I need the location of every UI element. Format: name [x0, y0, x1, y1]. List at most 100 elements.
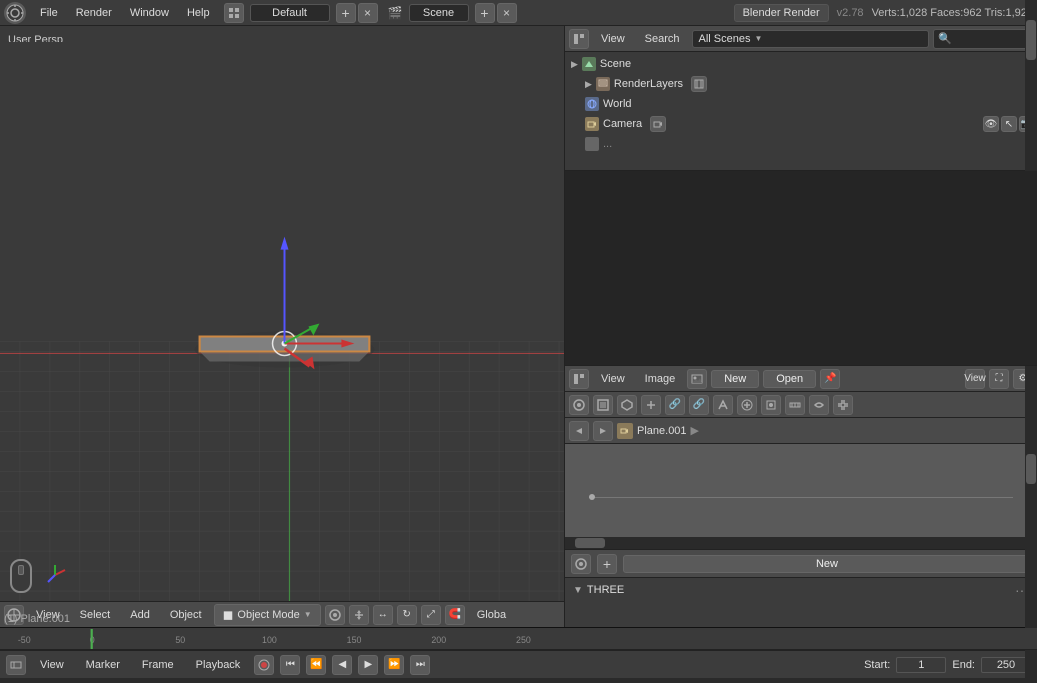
uv-add-icon[interactable]: + — [597, 554, 617, 574]
camera-data-icon[interactable] — [650, 116, 666, 132]
uv-view-menu[interactable]: View — [593, 371, 633, 387]
uv-image-icon[interactable] — [687, 369, 707, 389]
viewport-select-menu[interactable]: Select — [72, 607, 119, 623]
uv-breadcrumb-path[interactable]: Plane.001 ▶ — [617, 423, 699, 439]
uv-tool-8[interactable] — [737, 395, 757, 415]
outliner-item-renderlayers[interactable]: ▶ RenderLayers — [567, 74, 1035, 94]
start-frame-input[interactable] — [896, 657, 946, 673]
uv-tool-5[interactable]: 🔗 — [665, 395, 685, 415]
outliner-item-extra[interactable]: ... — [567, 134, 1035, 154]
outliner-item-scene[interactable]: ▶ Scene — [567, 54, 1035, 74]
canvas-scrollbar-v[interactable] — [1025, 444, 1037, 549]
scene-close-icon[interactable]: × — [497, 3, 517, 23]
transform-icon-grab[interactable]: ↔ — [373, 605, 393, 625]
timeline-play-reverse-icon[interactable]: ◀ — [332, 655, 352, 675]
workspace-add-icon[interactable]: + — [336, 3, 356, 23]
uv-new-material-button[interactable]: New — [623, 555, 1031, 573]
renderlayers-settings-icon[interactable] — [691, 76, 707, 92]
menu-render[interactable]: Render — [68, 5, 120, 21]
canvas-scrollbar-h[interactable] — [565, 537, 1037, 549]
filter-dropdown[interactable]: All Scenes — [699, 33, 751, 45]
viewport-add-menu[interactable]: Add — [122, 607, 158, 623]
menu-help[interactable]: Help — [179, 5, 218, 21]
outliner-panel-icon[interactable] — [569, 29, 589, 49]
content-row: User Persp — [0, 26, 1037, 627]
uv-open-button[interactable]: Open — [763, 370, 816, 388]
scene-add-icon[interactable]: + — [475, 3, 495, 23]
canvas-scrollbar-thumb — [1026, 454, 1036, 484]
uv-panel-icon[interactable] — [569, 369, 589, 389]
blender-logo[interactable] — [4, 2, 26, 24]
pointer-icon[interactable]: ↖ — [1001, 116, 1017, 132]
outliner-item-camera[interactable]: Camera 👁 ↖ 📷 — [567, 114, 1035, 134]
workspace-selector[interactable]: Default — [250, 4, 330, 22]
svg-text:150: 150 — [347, 634, 362, 644]
uv-fullscreen-icon[interactable]: ⛶ — [989, 369, 1009, 389]
start-label: Start: — [864, 659, 890, 671]
uv-tool-9[interactable] — [761, 395, 781, 415]
timeline-panel-icon[interactable] — [6, 655, 26, 675]
three-section-header[interactable]: ▼ THREE ··· — [565, 578, 1037, 602]
transform-icon-scale[interactable]: ⤢ — [421, 605, 441, 625]
global-toggle[interactable]: Globa — [469, 607, 514, 623]
workspace-grid-icon[interactable] — [224, 3, 244, 23]
visibility-icon[interactable]: 👁 — [983, 116, 999, 132]
uv-tool-3[interactable] — [617, 395, 637, 415]
uv-breadcrumb-arrow: ▶ — [691, 424, 699, 437]
uv-tool-1[interactable] — [569, 395, 589, 415]
transform-icon-1[interactable] — [325, 605, 345, 625]
timeline-playback-menu[interactable]: Playback — [188, 657, 249, 673]
uv-pin-icon[interactable]: 📌 — [820, 369, 840, 389]
workspace-close-icon[interactable]: × — [358, 3, 378, 23]
timeline-record-icon[interactable] — [254, 655, 274, 675]
scene-selector[interactable]: Scene — [409, 4, 469, 22]
timeline-next-frame-icon[interactable]: ⏩ — [384, 655, 404, 675]
search-icon: 🔍 — [938, 32, 952, 45]
outliner-item-world[interactable]: World — [567, 94, 1035, 114]
transform-icon-2[interactable] — [349, 605, 369, 625]
bottom-timeline: -50 0 50 100 150 200 250 View Marker — [0, 627, 1037, 683]
timeline-marker-menu[interactable]: Marker — [78, 657, 128, 673]
timeline-view-menu[interactable]: View — [32, 657, 72, 673]
menu-window[interactable]: Window — [122, 5, 177, 21]
outliner-body: ▶ Scene ▶ — [565, 52, 1037, 170]
uv-new-button[interactable]: New — [711, 370, 759, 388]
menu-file[interactable]: File — [32, 5, 66, 21]
timeline-prev-frame-icon[interactable]: ⏪ — [306, 655, 326, 675]
uv-forward-icon[interactable] — [593, 421, 613, 441]
timeline-frame-menu[interactable]: Frame — [134, 657, 182, 673]
uv-tool-2[interactable] — [593, 395, 613, 415]
timeline-jump-end-icon[interactable]: ⏭ — [410, 655, 430, 675]
end-frame-input[interactable] — [981, 657, 1031, 673]
uv-back-icon[interactable] — [569, 421, 589, 441]
outliner-scrollbar[interactable] — [1025, 52, 1037, 170]
render-engine-selector[interactable]: Blender Render — [734, 4, 829, 22]
transform-icon-rotate[interactable]: ↻ — [397, 605, 417, 625]
svg-text:-50: -50 — [18, 634, 31, 644]
app-container: File Render Window Help Default + × 🎬 Sc… — [0, 0, 1037, 683]
viewport-3d[interactable]: User Persp — [0, 26, 565, 627]
uv-tool-7[interactable] — [713, 395, 733, 415]
uv-tool-12[interactable] — [833, 395, 853, 415]
uv-image-menu[interactable]: Image — [637, 371, 684, 387]
svg-text:200: 200 — [431, 634, 446, 644]
mode-selector[interactable]: ◼ Object Mode ▼ — [214, 604, 321, 626]
uv-breadcrumb-label: Plane.001 — [637, 425, 687, 437]
timeline-jump-start-icon[interactable]: ⏮ — [280, 655, 300, 675]
preview-area — [565, 171, 1037, 366]
uv-bottom-icon[interactable] — [571, 554, 591, 574]
timeline-play-icon[interactable]: ▶ — [358, 655, 378, 675]
camera-type-icon — [585, 117, 599, 131]
snap-icon[interactable]: 🧲 — [445, 605, 465, 625]
scene-expand-icon: ▶ — [571, 59, 578, 70]
outliner-search-menu[interactable]: Search — [637, 31, 688, 47]
uv-tool-6[interactable]: 🔗 — [689, 395, 709, 415]
outliner-view-menu[interactable]: View — [593, 31, 633, 47]
uv-tool-10[interactable] — [785, 395, 805, 415]
uv-tool-4[interactable] — [641, 395, 661, 415]
uv-tool-11[interactable] — [809, 395, 829, 415]
uv-view-mode-icon[interactable]: View — [965, 369, 985, 389]
outliner-tree: ▶ Scene ▶ — [565, 52, 1037, 170]
timeline-frame-range: Start: End: — [864, 657, 1031, 673]
viewport-object-menu[interactable]: Object — [162, 607, 210, 623]
